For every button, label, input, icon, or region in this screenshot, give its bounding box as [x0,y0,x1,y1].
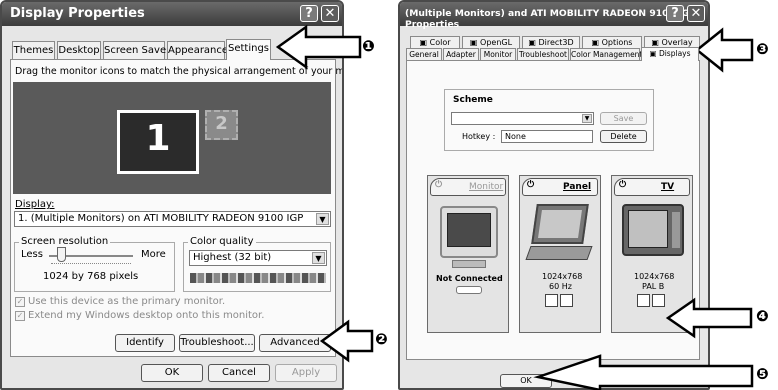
tv-resolution: 1024x768 [634,272,675,281]
tab-displays[interactable]: ▣ Displays [641,47,699,61]
hotkey-field[interactable]: None [501,130,593,143]
tab-general[interactable]: General [406,48,442,60]
panel-settings-button[interactable] [545,294,558,307]
monitor-1-icon[interactable]: 1 [117,110,199,174]
advanced-button[interactable]: Advanced [259,334,331,352]
help-button[interactable]: ? [666,5,684,22]
chevron-down-icon[interactable]: ▼ [582,114,592,123]
delete-button[interactable]: Delete [600,130,647,143]
tab-settings[interactable]: Settings [226,39,271,60]
resolution-value: 1024 by 768 pixels [43,271,139,282]
ok-button[interactable]: OK [500,374,552,388]
chevron-down-icon[interactable]: ▼ [316,213,329,225]
callout-2: ❷ [375,330,388,348]
panel-device-header[interactable]: ⏻ Panel [522,178,598,196]
power-icon: ⏻ [435,180,443,190]
monitor-stand [452,260,486,268]
tab-appearance[interactable]: Appearance [167,41,228,59]
resolution-slider-thumb[interactable] [57,247,66,262]
tab-themes[interactable]: Themes [12,41,55,59]
less-label: Less [21,249,43,260]
monitor-2-icon[interactable]: 2 [205,110,238,140]
monitor-status: Not Connected [436,274,503,283]
panel-device-card[interactable]: ⏻ Panel 1024x768 60 Hz [519,175,601,333]
panel-resolution: 1024x768 [542,272,583,281]
panel-refresh: 60 Hz [549,282,572,291]
close-button[interactable]: ✕ [321,5,339,22]
monitor-device-header[interactable]: ⏻ Monitor [430,178,506,196]
panel-adjust-button[interactable] [560,294,573,307]
primary-monitor-label: Use this device as the primary monitor. [28,296,226,307]
scheme-select[interactable]: ▼ [451,112,594,125]
monitor-preview: 1 2 [13,82,331,194]
cable-icon [456,286,482,294]
apply-button[interactable]: Apply [275,364,337,382]
tv-adjust-button[interactable] [652,294,665,307]
tab-direct3d[interactable]: ▣ Direct3D [522,36,580,48]
primary-monitor-checkbox[interactable]: ✓ [15,297,25,307]
close-button[interactable]: ✕ [687,5,705,22]
tab-opengl[interactable]: ▣ OpenGL [462,36,520,48]
monitor-device-card[interactable]: ⏻ Monitor Not Connected [427,175,509,333]
tab-screen-saver[interactable]: Screen Saver [103,41,170,59]
tv-standard: PAL B [642,282,665,291]
ok-button[interactable]: OK [141,364,203,382]
more-label: More [141,249,166,260]
tv-settings-button[interactable] [637,294,650,307]
callout-4: ❹ [756,307,769,325]
tab-adapter[interactable]: Adapter [443,48,479,60]
color-group-label: Color quality [188,236,256,247]
color-quality-select[interactable]: Highest (32 bit) ▼ [189,250,327,266]
instruction-text: Drag the monitor icons to match the phys… [15,66,344,77]
tv-device-card[interactable]: ⏻ TV 1024x768 PAL B [611,175,693,333]
scheme-label: Scheme [453,95,493,105]
display-label: Display: [15,199,55,210]
title-bar: (Multiple Monitors) and ATI MOBILITY RAD… [400,2,708,30]
callout-1: ❶ [362,37,375,55]
resolution-group-label: Screen resolution [19,236,111,247]
tv-device-header[interactable]: ⏻ TV [614,178,690,196]
save-button[interactable]: Save [600,112,647,125]
identify-button[interactable]: Identify [115,334,175,352]
adapter-properties-window: (Multiple Monitors) and ATI MOBILITY RAD… [398,0,710,390]
tab-options[interactable]: ▣ Options [582,36,642,48]
title-bar: Display Properties ? ✕ [2,2,342,26]
laptop-icon [531,204,589,244]
tab-desktop[interactable]: Desktop [57,41,101,59]
slider-ticks [51,263,131,266]
color-quality-group: Color quality Highest (32 bit) ▼ [183,236,331,292]
resolution-group: Screen resolution Less More 1024 by 768 … [14,236,175,292]
display-properties-window: Display Properties ? ✕ Themes Desktop Sc… [0,0,344,390]
display-select[interactable]: 1. (Multiple Monitors) on ATI MOBILITY R… [14,211,331,227]
tab-color-management[interactable]: Color Management [570,48,642,60]
callout-5: ❺ [756,365,769,383]
settings-panel: Drag the monitor icons to match the phys… [10,59,342,357]
callout-3: ❸ [756,40,769,58]
extend-desktop-checkbox[interactable]: ✓ [15,311,25,321]
chevron-down-icon[interactable]: ▼ [312,252,325,264]
scheme-group: Scheme ▼ Save Hotkey : None Delete [444,89,654,151]
window-title: (Multiple Monitors) and ATI MOBILITY RAD… [405,8,696,30]
tab-color[interactable]: ▣ Color [410,36,460,48]
displays-panel: Scheme ▼ Save Hotkey : None Delete ⏻ Mon… [406,60,700,360]
extend-desktop-label: Extend my Windows desktop onto this moni… [28,310,265,321]
power-icon: ⏻ [619,180,627,190]
troubleshoot-button[interactable]: Troubleshoot... [179,334,255,352]
power-icon: ⏻ [527,180,535,190]
tab-monitor[interactable]: Monitor [480,48,516,60]
color-bar [190,273,326,283]
help-button[interactable]: ? [300,5,318,22]
laptop-base [525,246,593,260]
cancel-button[interactable]: Cancel [208,364,270,382]
crt-monitor-icon [440,206,498,258]
tab-troubleshoot[interactable]: Troubleshoot [517,48,569,60]
hotkey-label: Hotkey : [462,132,496,141]
window-title: Display Properties [10,6,145,21]
tv-icon [622,204,684,256]
